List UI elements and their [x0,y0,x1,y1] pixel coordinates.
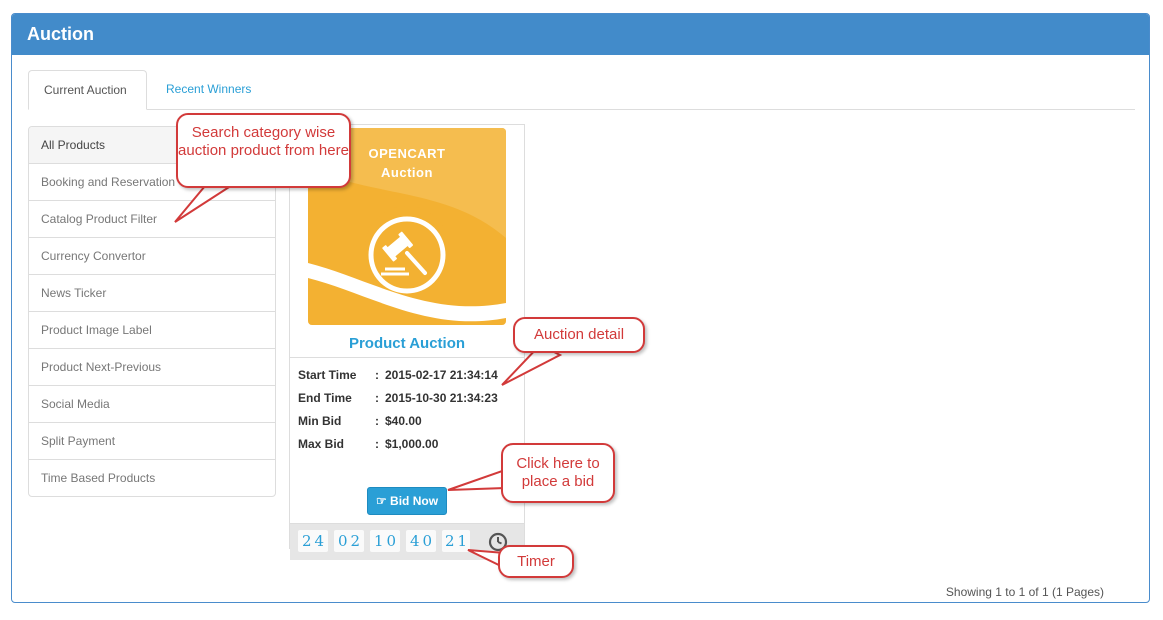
callout-auction-detail: Auction detail [513,317,645,353]
callout-timer: Timer [498,545,574,578]
callout-tails [174,179,563,570]
callout-bid: Click here to place a bid [501,443,615,503]
callout-category: Search category wise auction product fro… [176,113,351,188]
